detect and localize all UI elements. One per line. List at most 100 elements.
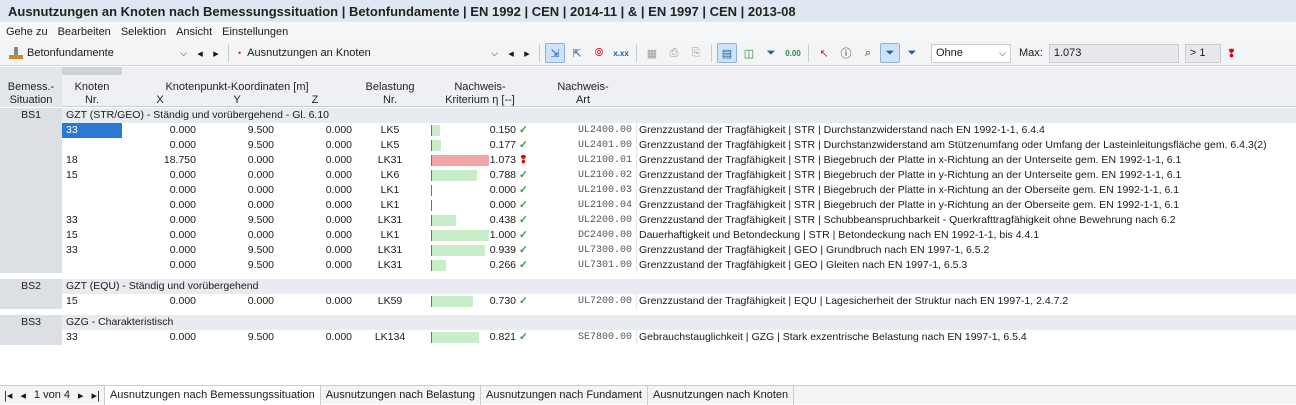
pick-object-icon[interactable]: ⇱: [567, 43, 587, 63]
bar-chart-icon[interactable]: ▤: [717, 43, 737, 63]
x-cell: 0.000: [169, 169, 196, 181]
situation-id: BS1: [0, 108, 62, 123]
chevron-down-icon: ⌵: [999, 47, 1006, 58]
eta-cell: 0.438: [489, 214, 516, 226]
check-code-cell: UL2401.00: [577, 140, 632, 151]
y-cell: 0.000: [247, 295, 274, 307]
menu-goto[interactable]: Gehe zu: [6, 26, 48, 38]
table-row[interactable]: 0.000 9.500 0.000 LK5 0.177 ✓ UL2401.00 Grenzzu…: [0, 138, 1296, 153]
greater-than-one-field[interactable]: > 1: [1184, 43, 1221, 63]
warning-icon: ❢: [1226, 47, 1237, 60]
result-type-select[interactable]: • Ausnutzungen an Knoten ⌵: [233, 44, 503, 63]
menu-selection[interactable]: Selektion: [121, 26, 166, 38]
load-cell: LK31: [377, 214, 403, 226]
y-cell: 9.500: [247, 139, 274, 151]
table-row[interactable]: 18 18.750 0.000 0.000 LK31 1.073 ❢ UL2100.01 Gre…: [0, 153, 1296, 168]
description-cell: Grenzzustand der Tragfähigkeit | STR | B…: [636, 183, 1292, 198]
check-icon: ✓: [519, 259, 528, 271]
node-cell[interactable]: 33: [62, 123, 122, 138]
description-cell: Grenzzustand der Tragfähigkeit | STR | D…: [636, 123, 1292, 138]
table-row[interactable]: 15 0.000 0.000 0.000 LK1 1.000 ✓ DC2400.00 Dauer…: [0, 228, 1296, 243]
table-view-icon[interactable]: ▦: [642, 43, 662, 63]
next-page-icon[interactable]: ▸: [74, 386, 88, 405]
next-arrow-icon[interactable]: ▸: [209, 43, 223, 63]
tab-by-node[interactable]: Ausnutzungen nach Knoten: [648, 385, 795, 405]
first-page-icon[interactable]: |◂: [0, 386, 16, 405]
z-cell: 0.000: [325, 259, 352, 271]
filter-clear-icon[interactable]: ⏷: [902, 43, 922, 63]
col-y[interactable]: Y: [198, 94, 276, 107]
select-cursor-icon[interactable]: ⇲: [545, 43, 565, 63]
menu-settings[interactable]: Einstellungen: [222, 26, 288, 38]
search-list-icon[interactable]: ⌕: [858, 43, 878, 63]
node-cell[interactable]: 15: [62, 168, 122, 183]
filter-icon[interactable]: ⏷: [880, 43, 900, 63]
check-code-cell: UL7300.00: [577, 245, 632, 256]
z-cell: 0.000: [325, 154, 352, 166]
z-cell: 0.000: [325, 199, 352, 211]
filter-select[interactable]: Ohne ⌵: [931, 43, 1011, 63]
z-cell: 0.000: [325, 295, 352, 307]
col-z[interactable]: Z: [276, 94, 354, 107]
table-row[interactable]: 33 0.000 9.500 0.000 LK31 0.939 ✓ UL7300.00 Gren…: [0, 243, 1296, 258]
table-row[interactable]: 33 0.000 9.500 0.000 LK5 0.150 ✓ UL2400.00 Grenz…: [0, 123, 1296, 138]
col-criterion[interactable]: Nachweis- Kriterium η [--]: [426, 81, 534, 107]
table-row[interactable]: 0.000 0.000 0.000 LK1 0.000 ✓ UL2100.03 Grenzzu…: [0, 183, 1296, 198]
module-select[interactable]: Betonfundamente ⌵: [4, 44, 192, 63]
max-value-field[interactable]: 1.073: [1048, 43, 1179, 63]
ratio-bar-base: [431, 245, 432, 256]
eta-cell: 0.266: [489, 259, 516, 271]
col-check-type[interactable]: Nachweis- Art: [534, 81, 632, 107]
next-arrow-icon[interactable]: ▸: [520, 43, 534, 63]
description-cell: Gebrauchstauglichkeit | GZG | Stark exze…: [636, 330, 1292, 345]
selection-arrow-icon[interactable]: ↖: [814, 43, 834, 63]
print-icon[interactable]: ⎘: [686, 43, 706, 63]
prev-arrow-icon[interactable]: ◂: [193, 43, 207, 63]
prev-page-icon[interactable]: ◂: [16, 386, 30, 405]
node-cell[interactable]: 33: [62, 330, 122, 345]
group-header[interactable]: BS2 GZT (EQU) - Ständig und vorübergehend: [0, 279, 1296, 294]
col-load[interactable]: Belastung Nr.: [354, 81, 426, 107]
group-header[interactable]: BS3 GZG - Charakteristisch: [0, 315, 1296, 330]
table-row[interactable]: 0.000 0.000 0.000 LK1 0.000 ✓ UL2100.04 Grenzzu…: [0, 198, 1296, 213]
node-cell[interactable]: 15: [62, 294, 122, 309]
group-header[interactable]: BS1 GZT (STR/GEO) - Ständig und vorüberge…: [0, 108, 1296, 123]
table-row[interactable]: 0.000 9.500 0.000 LK31 0.266 ✓ UL7301.00 Grenzz…: [0, 258, 1296, 273]
col-situation[interactable]: Bemess.- Situation: [0, 81, 62, 107]
table-row[interactable]: 33 0.000 9.500 0.000 LK31 0.438 ✓ UL2200.00 Gren…: [0, 213, 1296, 228]
table-row[interactable]: 15 0.000 0.000 0.000 LK6 0.788 ✓ UL2100.02 Grenz…: [0, 168, 1296, 183]
check-code-cell: UL7200.00: [577, 296, 632, 307]
screen-capture-icon[interactable]: ◫: [739, 43, 759, 63]
check-code-cell: UL2200.00: [577, 215, 632, 226]
col-coordinates: Knotenpunkt-Koordinaten [m]: [165, 81, 309, 93]
table-row[interactable]: 15 0.000 0.000 0.000 LK59 0.730 ✓ UL7200.00 Gren…: [0, 294, 1296, 309]
z-cell: 0.000: [325, 139, 352, 151]
x-cell: 0.000: [169, 214, 196, 226]
show-values-icon[interactable]: x.xx: [611, 43, 631, 63]
last-page-icon[interactable]: ▸|: [88, 385, 105, 405]
filter-value-icon[interactable]: ⏷: [761, 43, 781, 63]
tab-by-loading[interactable]: Ausnutzungen nach Belastung: [321, 385, 482, 405]
col-x[interactable]: X: [122, 94, 198, 107]
node-cell[interactable]: 33: [62, 243, 122, 258]
prev-arrow-icon[interactable]: ◂: [504, 43, 518, 63]
menu-view[interactable]: Ansicht: [176, 26, 212, 38]
y-cell: 0.000: [247, 229, 274, 241]
show-results-icon[interactable]: ⦾: [589, 43, 609, 63]
node-cell[interactable]: 33: [62, 213, 122, 228]
table-row[interactable]: 33 0.000 9.500 0.000 LK134 0.821 ✓ SE7800.00 Geb…: [0, 330, 1296, 345]
decimal-places-icon[interactable]: 0.00: [783, 43, 803, 63]
page-indicator: 1 von 4: [33, 389, 71, 401]
menu-edit[interactable]: Bearbeiten: [58, 26, 111, 38]
description-cell: Grenzzustand der Tragfähigkeit | STR | B…: [636, 168, 1292, 183]
node-cell[interactable]: 15: [62, 228, 122, 243]
situation-id: BS2: [0, 279, 62, 294]
tab-by-foundation[interactable]: Ausnutzungen nach Fundament: [481, 385, 648, 405]
export-icon[interactable]: ⎙: [664, 43, 684, 63]
col-node[interactable]: Knoten Nr.: [62, 81, 122, 107]
node-cell[interactable]: 18: [62, 153, 122, 168]
info-icon[interactable]: ⓘ: [836, 43, 856, 63]
check-icon: ✓: [519, 244, 528, 256]
ratio-bar: [431, 140, 442, 151]
tab-by-design-situation[interactable]: Ausnutzungen nach Bemessungssituation: [104, 385, 321, 405]
